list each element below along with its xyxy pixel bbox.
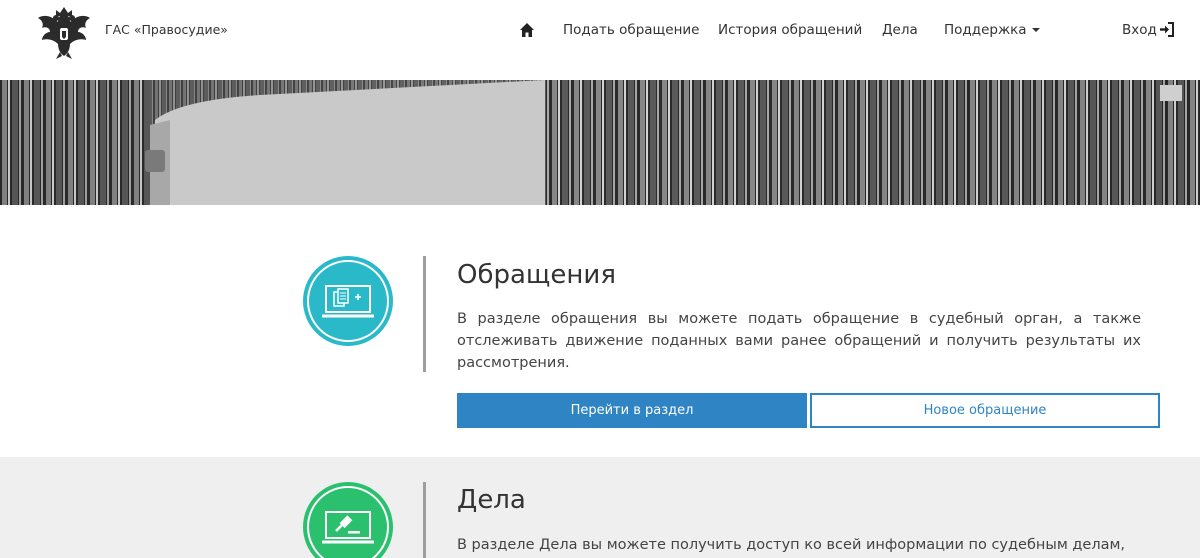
sign-in-icon <box>1159 22 1174 37</box>
login-link[interactable]: Вход <box>1122 22 1175 38</box>
section-title: Обращения <box>457 260 616 290</box>
nav-appeal-history[interactable]: История обращений <box>718 22 862 38</box>
main-nav: Подать обращение История обращений Дела … <box>0 22 1200 42</box>
document-add-icon <box>307 260 389 342</box>
cases-icon-circle <box>303 482 393 558</box>
section-description: В разделе Дела вы можете получить доступ… <box>457 537 1126 553</box>
archive-folders-image <box>0 80 1200 205</box>
chevron-down-icon <box>1031 28 1040 32</box>
cases-section: Дела В разделе Дела вы можете получить д… <box>0 457 1200 558</box>
section-divider <box>423 256 426 372</box>
appeals-icon-circle <box>303 256 393 346</box>
login-label: Вход <box>1122 22 1157 38</box>
appeals-section: Обращения В разделе обращения вы можете … <box>0 205 1200 457</box>
new-appeal-button[interactable]: Новое обращение <box>810 393 1160 428</box>
home-icon[interactable] <box>519 22 535 38</box>
gavel-icon <box>307 486 389 558</box>
nav-cases[interactable]: Дела <box>882 22 918 38</box>
go-to-section-button[interactable]: Перейти в раздел <box>457 393 807 428</box>
nav-support[interactable]: Поддержка <box>944 22 1040 38</box>
section-title: Дела <box>457 485 526 515</box>
nav-support-label: Поддержка <box>944 22 1027 38</box>
hero-banner-image <box>0 80 1200 205</box>
section-divider <box>423 482 426 558</box>
nav-submit-appeal[interactable]: Подать обращение <box>563 22 699 38</box>
top-header: ГАС «Правосудие» Подать обращение Истори… <box>0 0 1200 80</box>
section-description: В разделе обращения вы можете подать обр… <box>457 311 1141 371</box>
